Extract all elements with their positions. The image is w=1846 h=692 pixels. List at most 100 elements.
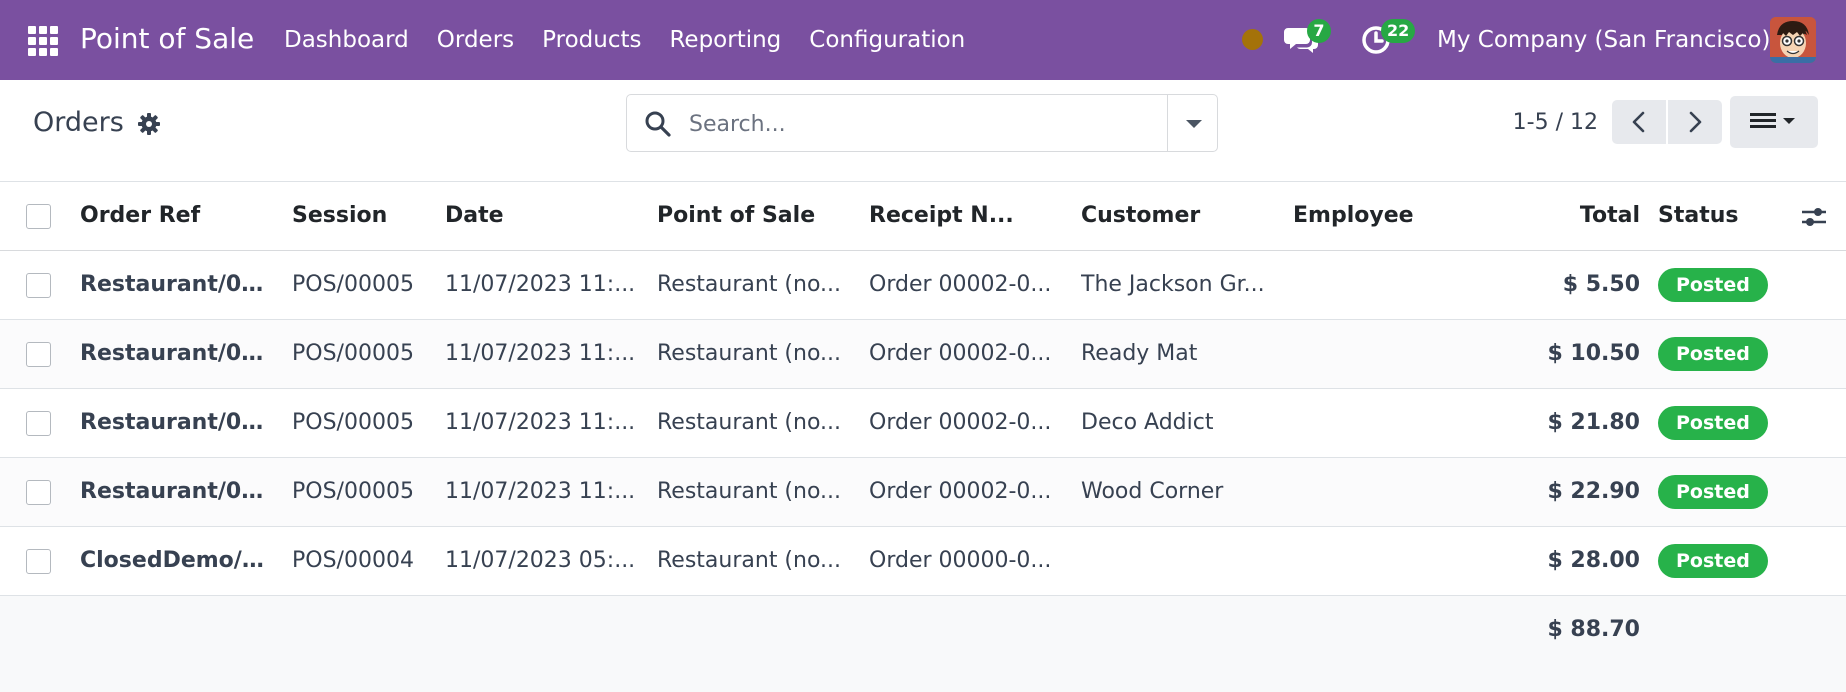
cell-receipt-number: Order 00002-0... bbox=[869, 272, 1052, 297]
column-header-customer[interactable]: Customer bbox=[1081, 182, 1277, 250]
grand-total: $ 88.70 bbox=[1547, 617, 1640, 642]
table-row[interactable]: Restaurant/00... POS/00005 11/07/2023 11… bbox=[0, 458, 1846, 527]
search-input[interactable] bbox=[689, 107, 1129, 141]
company-switcher[interactable]: My Company (San Francisco) bbox=[1437, 24, 1770, 56]
cell-employee bbox=[1293, 458, 1483, 526]
cell-date: 11/07/2023 11:... bbox=[445, 410, 636, 435]
cell-total: $ 10.50 bbox=[1547, 341, 1640, 366]
cell-receipt-number: Order 00000-0... bbox=[869, 548, 1052, 573]
status-badge: Posted bbox=[1658, 268, 1768, 302]
cell-date: 11/07/2023 11:... bbox=[445, 272, 636, 297]
row-checkbox[interactable] bbox=[26, 342, 51, 367]
menu-dashboard[interactable]: Dashboard bbox=[284, 24, 409, 56]
cell-point-of-sale: Restaurant (no... bbox=[657, 272, 842, 297]
menu-configuration[interactable]: Configuration bbox=[809, 24, 965, 56]
cell-date: 11/07/2023 05:... bbox=[445, 548, 636, 573]
row-checkbox[interactable] bbox=[26, 411, 51, 436]
pager-next-button[interactable] bbox=[1668, 100, 1722, 144]
status-badge: Posted bbox=[1658, 544, 1768, 578]
cell-order-ref: Restaurant/00... bbox=[80, 341, 276, 366]
column-options-icon[interactable] bbox=[1800, 204, 1828, 230]
app-name[interactable]: Point of Sale bbox=[80, 20, 254, 58]
cell-employee bbox=[1293, 320, 1483, 388]
cell-customer: The Jackson Gr... bbox=[1081, 272, 1265, 297]
cell-employee bbox=[1293, 389, 1483, 457]
cell-session: POS/00004 bbox=[292, 548, 414, 573]
search-icon bbox=[645, 111, 671, 137]
control-panel: Orders 1-5 / 12 bbox=[0, 80, 1846, 182]
menu-orders[interactable]: Orders bbox=[437, 24, 514, 56]
cell-session: POS/00005 bbox=[292, 272, 414, 297]
column-header-date[interactable]: Date bbox=[445, 182, 641, 250]
cell-customer: Wood Corner bbox=[1081, 479, 1224, 504]
cell-total: $ 5.50 bbox=[1562, 272, 1640, 297]
cell-status: Posted bbox=[1658, 389, 1788, 457]
cell-order-ref: ClosedDemo/0... bbox=[80, 548, 276, 573]
table-row[interactable]: Restaurant/00... POS/00005 11/07/2023 11… bbox=[0, 389, 1846, 458]
page-title[interactable]: Orders bbox=[33, 104, 124, 142]
table-row[interactable]: Restaurant/00... POS/00005 11/07/2023 11… bbox=[0, 320, 1846, 389]
column-header-employee[interactable]: Employee bbox=[1293, 182, 1483, 250]
main-menu: Dashboard Orders Products Reporting Conf… bbox=[270, 24, 979, 56]
table-header: Order Ref Session Date Point of Sale Rec… bbox=[0, 182, 1846, 251]
activity-count-badge: 22 bbox=[1381, 19, 1416, 43]
column-header-order-ref[interactable]: Order Ref bbox=[80, 182, 276, 250]
cell-receipt-number: Order 00002-0... bbox=[869, 341, 1052, 366]
cell-employee bbox=[1293, 251, 1483, 319]
table-row[interactable]: ClosedDemo/0... POS/00004 11/07/2023 05:… bbox=[0, 527, 1846, 596]
column-header-status[interactable]: Status bbox=[1658, 182, 1788, 250]
column-header-receipt-number[interactable]: Receipt N... bbox=[869, 182, 1065, 250]
gear-icon[interactable] bbox=[137, 112, 161, 136]
cell-customer: Deco Addict bbox=[1081, 410, 1214, 435]
cell-employee bbox=[1293, 527, 1483, 595]
menu-products[interactable]: Products bbox=[542, 24, 641, 56]
table-footer: $ 88.70 bbox=[0, 596, 1846, 692]
chevron-left-icon bbox=[1632, 111, 1645, 133]
cell-total: $ 28.00 bbox=[1547, 548, 1640, 573]
cell-point-of-sale: Restaurant (no... bbox=[657, 341, 842, 366]
cell-order-ref: Restaurant/00... bbox=[80, 410, 276, 435]
cell-total: $ 22.90 bbox=[1547, 479, 1640, 504]
row-checkbox[interactable] bbox=[26, 480, 51, 505]
column-header-point-of-sale[interactable]: Point of Sale bbox=[657, 182, 853, 250]
cell-session: POS/00005 bbox=[292, 410, 414, 435]
chevron-right-icon bbox=[1689, 111, 1702, 133]
table-row[interactable]: Restaurant/00... POS/00005 11/07/2023 11… bbox=[0, 251, 1846, 320]
cell-point-of-sale: Restaurant (no... bbox=[657, 548, 842, 573]
cell-session: POS/00005 bbox=[292, 341, 414, 366]
cell-point-of-sale: Restaurant (no... bbox=[657, 410, 842, 435]
row-checkbox[interactable] bbox=[26, 549, 51, 574]
cell-status: Posted bbox=[1658, 527, 1788, 595]
cell-customer: Ready Mat bbox=[1081, 341, 1198, 366]
apps-grid-icon[interactable] bbox=[28, 26, 58, 56]
pager-previous-button[interactable] bbox=[1612, 100, 1666, 144]
list-view-icon bbox=[1750, 113, 1795, 128]
chat-count-badge: 7 bbox=[1307, 19, 1331, 43]
cell-session: POS/00005 bbox=[292, 479, 414, 504]
column-header-total[interactable]: Total bbox=[1492, 182, 1640, 250]
cell-customer bbox=[1081, 527, 1277, 595]
menu-reporting[interactable]: Reporting bbox=[669, 24, 781, 56]
cell-receipt-number: Order 00002-0... bbox=[869, 410, 1052, 435]
status-badge: Posted bbox=[1658, 337, 1768, 371]
cell-total: $ 21.80 bbox=[1547, 410, 1640, 435]
pager-value[interactable]: 1-5 / 12 bbox=[1490, 107, 1598, 139]
user-avatar[interactable] bbox=[1770, 17, 1816, 63]
cell-point-of-sale: Restaurant (no... bbox=[657, 479, 842, 504]
top-navbar: Point of Sale Dashboard Orders Products … bbox=[0, 0, 1846, 80]
row-checkbox[interactable] bbox=[26, 273, 51, 298]
search-options-toggle[interactable] bbox=[1167, 95, 1217, 151]
cell-status: Posted bbox=[1658, 458, 1788, 526]
status-badge: Posted bbox=[1658, 475, 1768, 509]
view-switcher-button[interactable] bbox=[1730, 96, 1818, 148]
cell-status: Posted bbox=[1658, 320, 1788, 388]
cell-status: Posted bbox=[1658, 251, 1788, 319]
cell-order-ref: Restaurant/00... bbox=[80, 272, 276, 297]
column-header-session[interactable]: Session bbox=[292, 182, 432, 250]
cell-date: 11/07/2023 11:... bbox=[445, 341, 636, 366]
search-box bbox=[626, 94, 1218, 152]
presence-status-icon[interactable] bbox=[1242, 29, 1263, 50]
select-all-checkbox[interactable] bbox=[26, 204, 51, 229]
status-badge: Posted bbox=[1658, 406, 1768, 440]
orders-table: Order Ref Session Date Point of Sale Rec… bbox=[0, 182, 1846, 692]
